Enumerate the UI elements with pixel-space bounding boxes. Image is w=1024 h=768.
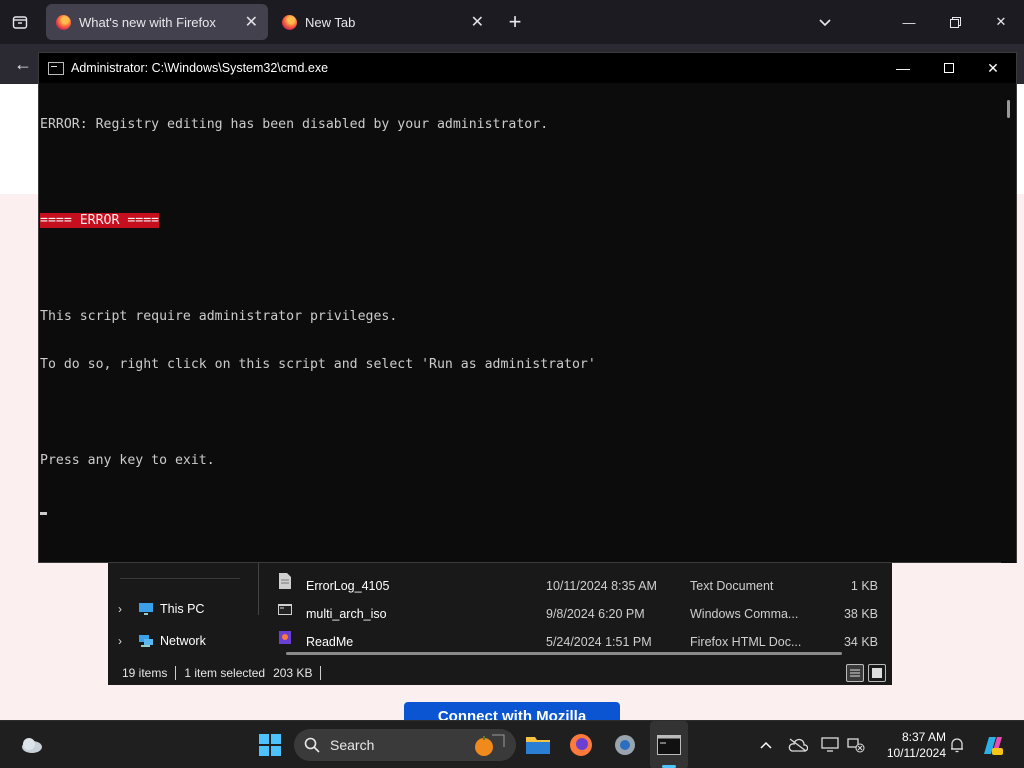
console-line: Press any key to exit. bbox=[40, 453, 215, 468]
file-type: Windows Comma... bbox=[690, 607, 799, 621]
console-line: To do so, right click on this script and… bbox=[40, 357, 596, 372]
cmd-app-icon[interactable] bbox=[48, 61, 64, 75]
console-line: ERROR: Registry editing has been disable… bbox=[40, 117, 549, 132]
tab-title: What's new with Firefox bbox=[79, 14, 216, 30]
notifications-bell-icon[interactable] bbox=[946, 721, 968, 768]
network-icon bbox=[139, 635, 153, 647]
firefox-icon bbox=[282, 14, 297, 30]
computer-icon bbox=[139, 603, 153, 615]
text-cursor bbox=[40, 512, 47, 515]
details-view-button[interactable] bbox=[846, 664, 864, 682]
file-list: ErrorLog_4105 10/11/2024 8:35 AM Text Do… bbox=[278, 573, 878, 651]
firefox-close-button[interactable]: ✕ bbox=[978, 0, 1024, 44]
taskbar: Search 8:37 AM 10/11/2024 bbox=[0, 720, 1024, 768]
firefox-taskbar-icon[interactable] bbox=[563, 721, 599, 768]
file-date: 9/8/2024 6:20 PM bbox=[546, 607, 645, 621]
file-row[interactable]: ReadMe 5/24/2024 1:51 PM Firefox HTML Do… bbox=[278, 629, 878, 651]
status-divider bbox=[320, 666, 322, 680]
taskbar-clock[interactable]: 8:37 AM 10/11/2024 bbox=[872, 729, 946, 761]
chevron-right-icon[interactable]: › bbox=[118, 602, 132, 616]
search-highlight-pumpkin-icon bbox=[475, 734, 505, 756]
start-icon[interactable] bbox=[252, 721, 288, 768]
scrollbar-thumb[interactable] bbox=[1007, 100, 1010, 118]
console-output[interactable]: ERROR: Registry editing has been disable… bbox=[39, 83, 1001, 563]
nav-divider bbox=[120, 578, 240, 579]
cmd-window: Administrator: C:\Windows\System32\cmd.e… bbox=[38, 52, 1017, 563]
connect-with-mozilla-button[interactable]: Connect with Mozilla bbox=[404, 702, 620, 720]
file-size: 1 KB bbox=[850, 579, 878, 593]
selection-size: 203 KB bbox=[273, 666, 313, 680]
file-row[interactable]: multi_arch_iso 9/8/2024 6:20 PM Windows … bbox=[278, 601, 878, 629]
onedrive-icon[interactable] bbox=[786, 721, 810, 768]
explorer-nav-pane: › This PC › Network bbox=[108, 563, 258, 655]
firefox-restore-button[interactable] bbox=[932, 0, 978, 44]
clock-time: 8:37 AM bbox=[901, 730, 946, 744]
tab-new-tab[interactable]: New Tab ✕ bbox=[272, 4, 494, 40]
nav-item-network[interactable]: › Network bbox=[108, 630, 206, 652]
tab-whats-new[interactable]: What's new with Firefox ✕ bbox=[46, 4, 268, 40]
cmd-file-icon bbox=[278, 604, 292, 615]
window-title: Administrator: C:\Windows\System32\cmd.e… bbox=[71, 61, 329, 75]
cmd-close-button[interactable]: ✕ bbox=[970, 53, 1016, 83]
clock-date: 10/11/2024 bbox=[886, 746, 946, 760]
cmd-minimize-button[interactable]: — bbox=[880, 53, 926, 83]
show-hidden-icons-button[interactable] bbox=[754, 721, 778, 768]
settings-gear-icon[interactable] bbox=[607, 721, 643, 768]
horizontal-scrollbar[interactable] bbox=[286, 652, 842, 655]
file-name: ErrorLog_4105 bbox=[306, 579, 390, 593]
nav-item-label: Network bbox=[160, 634, 206, 648]
chevron-right-icon[interactable]: › bbox=[118, 634, 132, 648]
item-count: 19 items bbox=[122, 666, 168, 680]
tab-close-icon[interactable]: ✕ bbox=[471, 12, 484, 32]
large-icons-view-button[interactable] bbox=[868, 664, 886, 682]
file-explorer-taskbar-icon[interactable] bbox=[520, 721, 556, 768]
taskbar-search-box[interactable]: Search bbox=[294, 729, 516, 761]
explorer-status-bar: 19 items 1 item selected 203 KB bbox=[108, 661, 892, 685]
selection-count: 1 item selected bbox=[184, 666, 266, 680]
pane-splitter[interactable] bbox=[258, 563, 259, 615]
search-label: Search bbox=[330, 737, 375, 753]
file-explorer-window: › This PC › Network ErrorLog_4105 10/11/… bbox=[108, 563, 892, 685]
html-file-icon bbox=[279, 631, 291, 644]
file-type: Text Document bbox=[690, 579, 774, 593]
nav-item-label: This PC bbox=[160, 602, 205, 616]
copilot-icon[interactable] bbox=[978, 721, 1006, 768]
firefox-view-icon[interactable] bbox=[6, 0, 34, 44]
status-divider bbox=[175, 666, 177, 680]
new-tab-button[interactable]: + bbox=[500, 0, 530, 44]
tab-title: New Tab bbox=[305, 14, 356, 30]
network-disconnected-icon[interactable] bbox=[844, 721, 868, 768]
error-banner: ==== ERROR ==== bbox=[40, 213, 160, 228]
back-button[interactable]: ← bbox=[10, 44, 36, 84]
tab-close-icon[interactable]: ✕ bbox=[245, 12, 258, 32]
firefox-tab-bar: What's new with Firefox ✕ New Tab ✕ + — … bbox=[0, 0, 1024, 44]
file-type: Firefox HTML Doc... bbox=[690, 635, 802, 649]
console-line: This script require administrator privil… bbox=[40, 309, 398, 324]
firefox-icon bbox=[56, 14, 71, 30]
cmd-titlebar[interactable]: Administrator: C:\Windows\System32\cmd.e… bbox=[39, 53, 1016, 83]
file-date: 10/11/2024 8:35 AM bbox=[546, 579, 657, 593]
weather-icon[interactable] bbox=[14, 721, 50, 768]
display-icon[interactable] bbox=[818, 721, 842, 768]
list-all-tabs-button[interactable] bbox=[810, 0, 840, 44]
search-icon bbox=[304, 737, 320, 753]
file-name: ReadMe bbox=[306, 635, 354, 649]
file-date: 5/24/2024 1:51 PM bbox=[546, 635, 652, 649]
cmd-taskbar-icon[interactable] bbox=[650, 721, 688, 768]
nav-item-this-pc[interactable]: › This PC bbox=[108, 598, 204, 620]
file-size: 38 KB bbox=[843, 607, 878, 621]
cmd-maximize-button[interactable] bbox=[926, 53, 972, 83]
file-row[interactable]: ErrorLog_4105 10/11/2024 8:35 AM Text Do… bbox=[278, 573, 878, 601]
file-name: multi_arch_iso bbox=[306, 607, 387, 621]
vertical-scrollbar[interactable] bbox=[1001, 83, 1016, 563]
file-size: 34 KB bbox=[843, 635, 878, 649]
firefox-minimize-button[interactable]: — bbox=[886, 0, 932, 44]
text-file-icon bbox=[279, 573, 291, 589]
